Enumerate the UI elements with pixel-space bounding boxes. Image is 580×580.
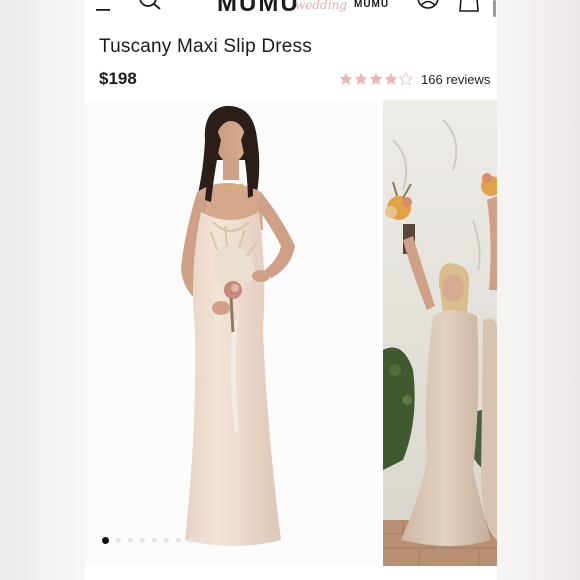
rating-stars <box>339 72 413 86</box>
star-icon <box>369 72 383 85</box>
product-image-main[interactable] <box>85 100 378 566</box>
bag-icon[interactable] <box>458 0 480 12</box>
model-photo <box>85 100 378 566</box>
logo-main-text: MUMU <box>217 0 300 17</box>
group-photo <box>383 100 497 566</box>
star-icon <box>399 72 413 86</box>
gallery-pagination[interactable] <box>102 537 205 544</box>
account-icon[interactable] <box>416 0 440 12</box>
logo-script-text: wedding <box>295 0 347 12</box>
star-icon <box>384 72 398 85</box>
gallery-dot[interactable] <box>152 538 157 543</box>
search-icon[interactable] <box>137 0 163 12</box>
reviews-link[interactable]: 166 reviews <box>421 72 490 87</box>
gallery-dot[interactable] <box>200 538 205 543</box>
gallery-dot[interactable] <box>176 538 181 543</box>
gallery-dot[interactable] <box>140 538 145 543</box>
gallery-dot[interactable] <box>102 537 109 544</box>
top-navigation: MUMU wedding MUMU <box>85 0 497 20</box>
gallery-dot[interactable] <box>128 538 133 543</box>
gallery-dot[interactable] <box>188 538 193 543</box>
gallery-dot[interactable] <box>116 538 121 543</box>
gallery-dot[interactable] <box>164 538 169 543</box>
product-title: Tuscany Maxi Slip Dress <box>99 36 312 57</box>
brand-logo[interactable]: MUMU wedding MUMU <box>217 0 392 17</box>
product-price: $198 <box>99 69 137 88</box>
menu-icon[interactable] <box>96 2 112 12</box>
product-rating[interactable]: 166 reviews <box>339 71 490 87</box>
star-icon <box>339 72 353 85</box>
product-image-secondary[interactable] <box>383 100 497 566</box>
product-page: MUMU wedding MUMU Tuscany Maxi Slip Dres… <box>85 0 497 580</box>
star-icon <box>354 72 368 85</box>
logo-sub-text: MUMU <box>354 0 390 10</box>
